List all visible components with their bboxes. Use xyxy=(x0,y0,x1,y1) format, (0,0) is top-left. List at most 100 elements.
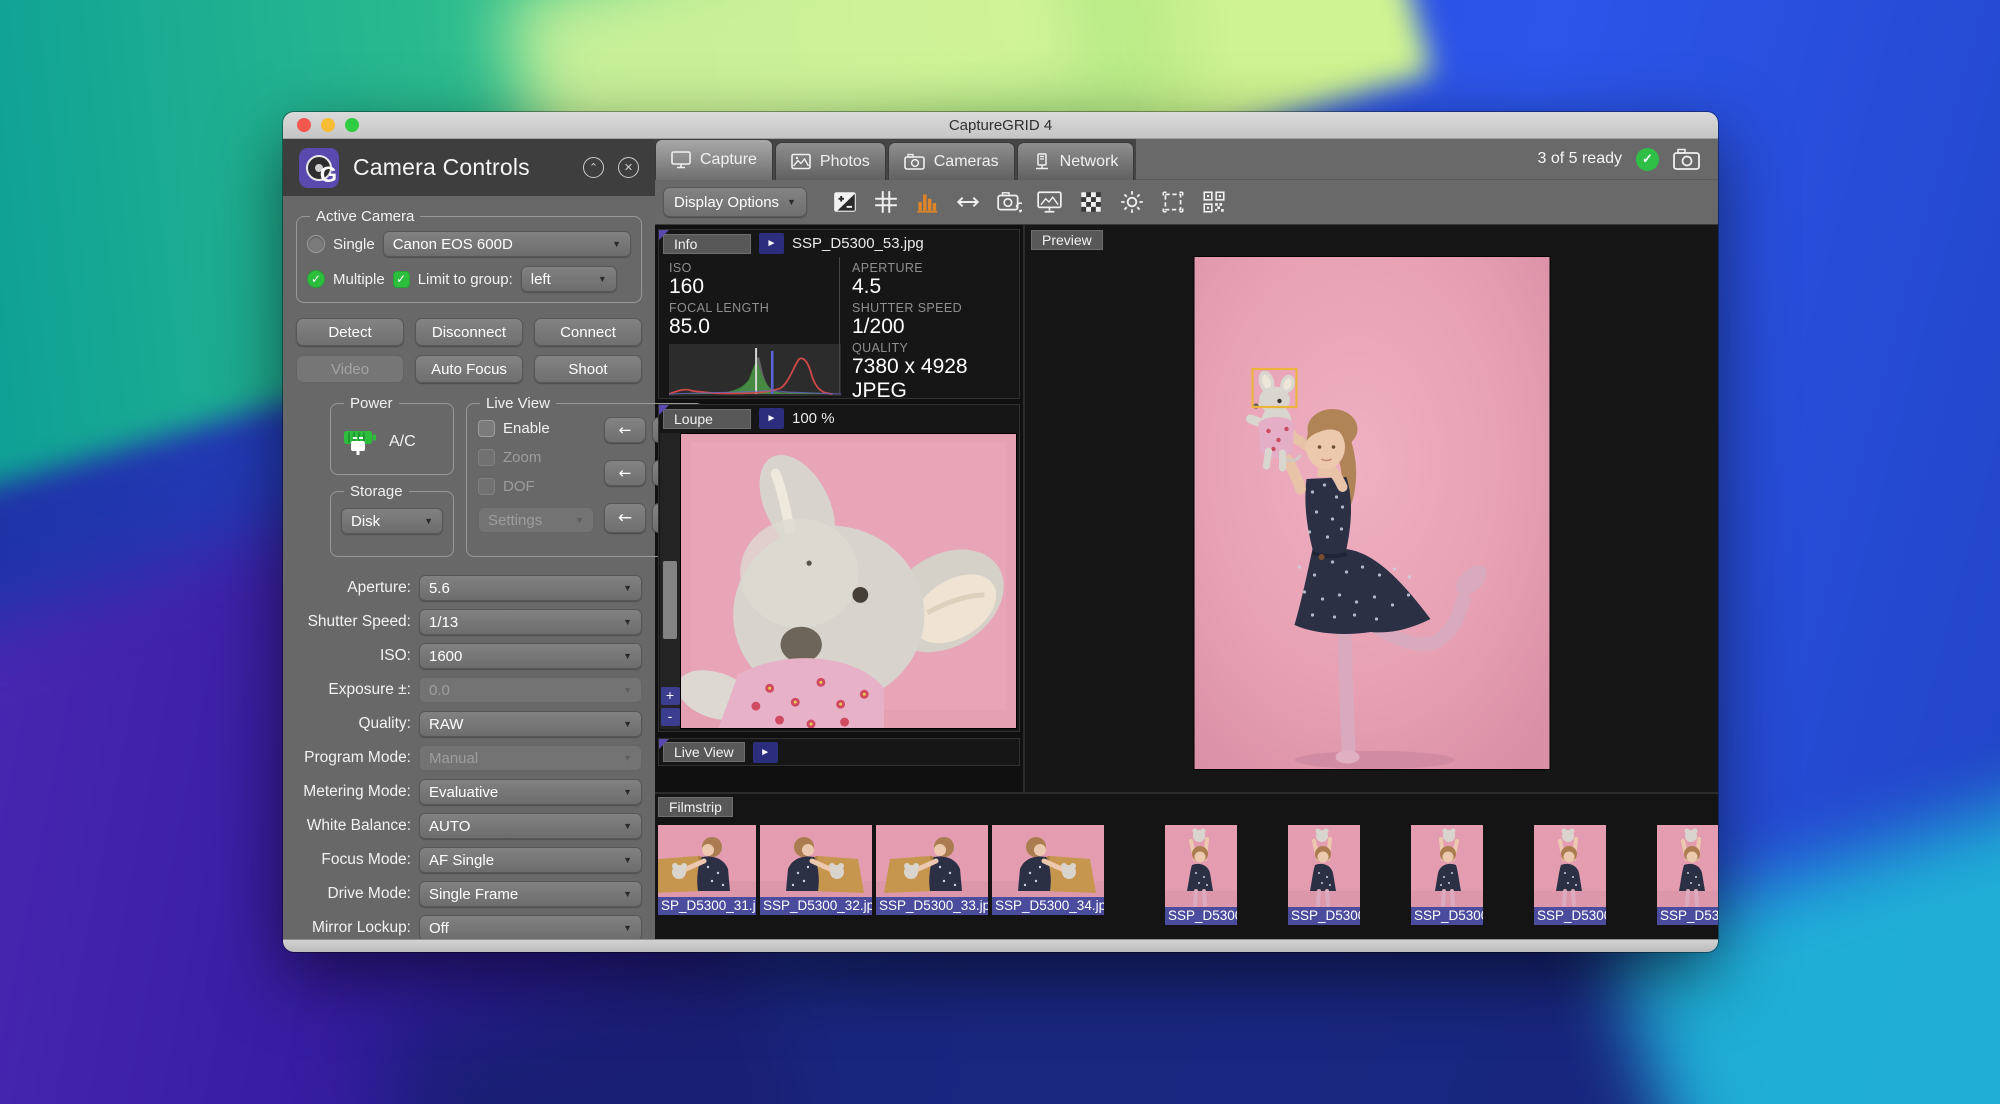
focal-length-value: 85.0 xyxy=(669,315,831,339)
filmstrip-item[interactable]: SSP_D5300_34.jpg xyxy=(992,825,1104,915)
aperture-select[interactable]: 5.6▼ xyxy=(419,575,642,601)
brightness-button[interactable] xyxy=(1117,187,1147,217)
barcode-scan-button[interactable] xyxy=(1199,187,1229,217)
histogram-toggle-button[interactable] xyxy=(912,187,942,217)
aperture-info-value: 4.5 xyxy=(852,275,1011,299)
white-balance-label: White Balance: xyxy=(296,817,411,835)
camera-model-select[interactable]: Canon EOS 600D ▼ xyxy=(383,231,631,257)
close-icon: ✕ xyxy=(624,161,633,174)
filmstrip-item[interactable]: SP_D5300_31.jpg xyxy=(658,825,756,915)
info-play-button[interactable]: ► xyxy=(759,233,784,254)
live-view-settings-select[interactable]: Settings ▼ xyxy=(478,507,594,533)
crop-frame-button[interactable] xyxy=(1158,187,1188,217)
shoot-button[interactable]: Shoot xyxy=(534,355,642,383)
limit-to-group-checkbox[interactable]: ✓ xyxy=(393,271,410,288)
transparency-checker-button[interactable] xyxy=(1076,187,1106,217)
quality-select[interactable]: RAW▼ xyxy=(419,711,642,737)
left-arrow-icon: ← xyxy=(618,508,632,528)
play-icon: ► xyxy=(760,747,770,758)
zoom-out-button[interactable]: - xyxy=(661,708,680,726)
loupe-mouse-photo xyxy=(681,434,1016,728)
preview-photo[interactable] xyxy=(1193,256,1550,770)
exposure-select[interactable]: 0.0▼ xyxy=(419,677,642,703)
iso-info-value: 160 xyxy=(669,275,831,299)
zoom-label: Zoom xyxy=(503,449,541,466)
mirror-lockup-select[interactable]: Off▼ xyxy=(419,915,642,941)
live-view-dof-checkbox[interactable] xyxy=(478,478,495,495)
fit-width-button[interactable] xyxy=(953,187,983,217)
group-select[interactable]: left ▼ xyxy=(521,266,617,292)
camera-controls-panel: G Camera Controls ⌃ ✕ Active Camera Sing… xyxy=(283,139,655,939)
live-view-zoom-checkbox[interactable] xyxy=(478,449,495,466)
rotate-photo-button[interactable] xyxy=(994,187,1024,217)
iso-select[interactable]: 1600▼ xyxy=(419,643,642,669)
play-icon: ► xyxy=(767,413,777,424)
tab-cameras[interactable]: Cameras xyxy=(888,142,1015,180)
video-button[interactable]: Video xyxy=(296,355,404,383)
collapse-panel-button[interactable]: ⌃ xyxy=(583,157,604,178)
histogram-icon xyxy=(914,189,940,215)
tab-capture[interactable]: Capture xyxy=(655,139,773,180)
close-panel-button[interactable]: ✕ xyxy=(618,157,639,178)
panel-handle-icon[interactable] xyxy=(659,739,669,749)
zoom-in-button[interactable]: + xyxy=(661,687,680,705)
connect-button[interactable]: Connect xyxy=(534,318,642,346)
display-options-button[interactable]: Display Options ▼ xyxy=(663,187,807,217)
panel-handle-icon[interactable] xyxy=(659,405,669,415)
filmstrip-item[interactable]: SSP_D5300_33.jpg xyxy=(876,825,988,915)
shutter-speed-info-value: 1/200 xyxy=(852,315,1011,339)
preview-display-button[interactable] xyxy=(1035,187,1065,217)
filmstrip-item[interactable]: SSP_D5300_3 xyxy=(1165,825,1237,925)
focus-near-medium-button[interactable]: ← xyxy=(604,460,646,486)
live-view-enable-checkbox[interactable] xyxy=(478,420,495,437)
grid-overlay-button[interactable] xyxy=(871,187,901,217)
dropdown-arrow-icon: ▼ xyxy=(623,583,632,593)
filmstrip-item[interactable]: SSP_D5300_3 xyxy=(1411,825,1483,925)
live-view-chip[interactable]: Live View xyxy=(663,742,745,762)
battery-ac-icon xyxy=(341,429,381,456)
filmstrip-chip[interactable]: Filmstrip xyxy=(658,797,733,817)
slider-thumb[interactable] xyxy=(663,561,677,639)
focus-near-small-button[interactable]: ← xyxy=(604,417,646,443)
thumbnail-filename: SSP_D5300_34.jpg xyxy=(992,897,1104,915)
filmstrip-item[interactable]: SSP_D53 xyxy=(1657,825,1718,925)
live-view-play-button[interactable]: ► xyxy=(753,742,778,763)
loupe-panel-chip[interactable]: Loupe xyxy=(663,409,751,429)
white-balance-select[interactable]: AUTO▼ xyxy=(419,813,642,839)
loupe-zoom-slider[interactable]: + - xyxy=(660,433,680,729)
loupe-image[interactable] xyxy=(680,433,1017,729)
filmstrip-item[interactable]: SSP_D5300_32.jpg xyxy=(760,825,872,915)
aperture-label: Aperture: xyxy=(296,579,411,597)
dropdown-arrow-icon: ▼ xyxy=(623,685,632,695)
panel-handle-icon[interactable] xyxy=(659,230,669,240)
single-radio[interactable] xyxy=(307,235,325,253)
filmstrip-item[interactable]: SSP_D5300_3 xyxy=(1534,825,1606,925)
auto-focus-button[interactable]: Auto Focus xyxy=(415,355,523,383)
exposure-adjust-button[interactable] xyxy=(830,187,860,217)
focus-mode-select[interactable]: AF Single▼ xyxy=(419,847,642,873)
storage-select[interactable]: Disk ▼ xyxy=(341,508,443,534)
program-mode-label: Program Mode: xyxy=(296,749,411,767)
dropdown-arrow-icon: ▼ xyxy=(623,719,632,729)
loupe-play-button[interactable]: ► xyxy=(759,408,784,429)
program-mode-select[interactable]: Manual▼ xyxy=(419,745,642,771)
preview-chip[interactable]: Preview xyxy=(1031,230,1103,250)
shoot-status-camera-icon[interactable] xyxy=(1673,148,1700,170)
metering-mode-select[interactable]: Evaluative▼ xyxy=(419,779,642,805)
dropdown-arrow-icon: ▼ xyxy=(612,239,621,249)
filmstrip-item[interactable]: SSP_D5300_3 xyxy=(1288,825,1360,925)
info-panel-chip[interactable]: Info xyxy=(663,234,751,254)
capture-toolbar: Display Options ▼ xyxy=(655,180,1718,225)
loupe-panel: Loupe ► 100 % + - xyxy=(658,404,1020,732)
tab-photos[interactable]: Photos xyxy=(775,142,886,180)
network-icon xyxy=(1033,153,1051,171)
titlebar[interactable]: CaptureGRID 4 xyxy=(283,112,1718,139)
drive-mode-select[interactable]: Single Frame▼ xyxy=(419,881,642,907)
disconnect-button[interactable]: Disconnect xyxy=(415,318,523,346)
storage-group: Storage Disk ▼ xyxy=(330,491,454,557)
multiple-radio[interactable]: ✓ xyxy=(307,270,325,288)
detect-button[interactable]: Detect xyxy=(296,318,404,346)
focus-near-large-button[interactable]: ← xyxy=(604,503,646,533)
shutter-speed-select[interactable]: 1/13▼ xyxy=(419,609,642,635)
tab-network[interactable]: Network xyxy=(1017,142,1135,180)
